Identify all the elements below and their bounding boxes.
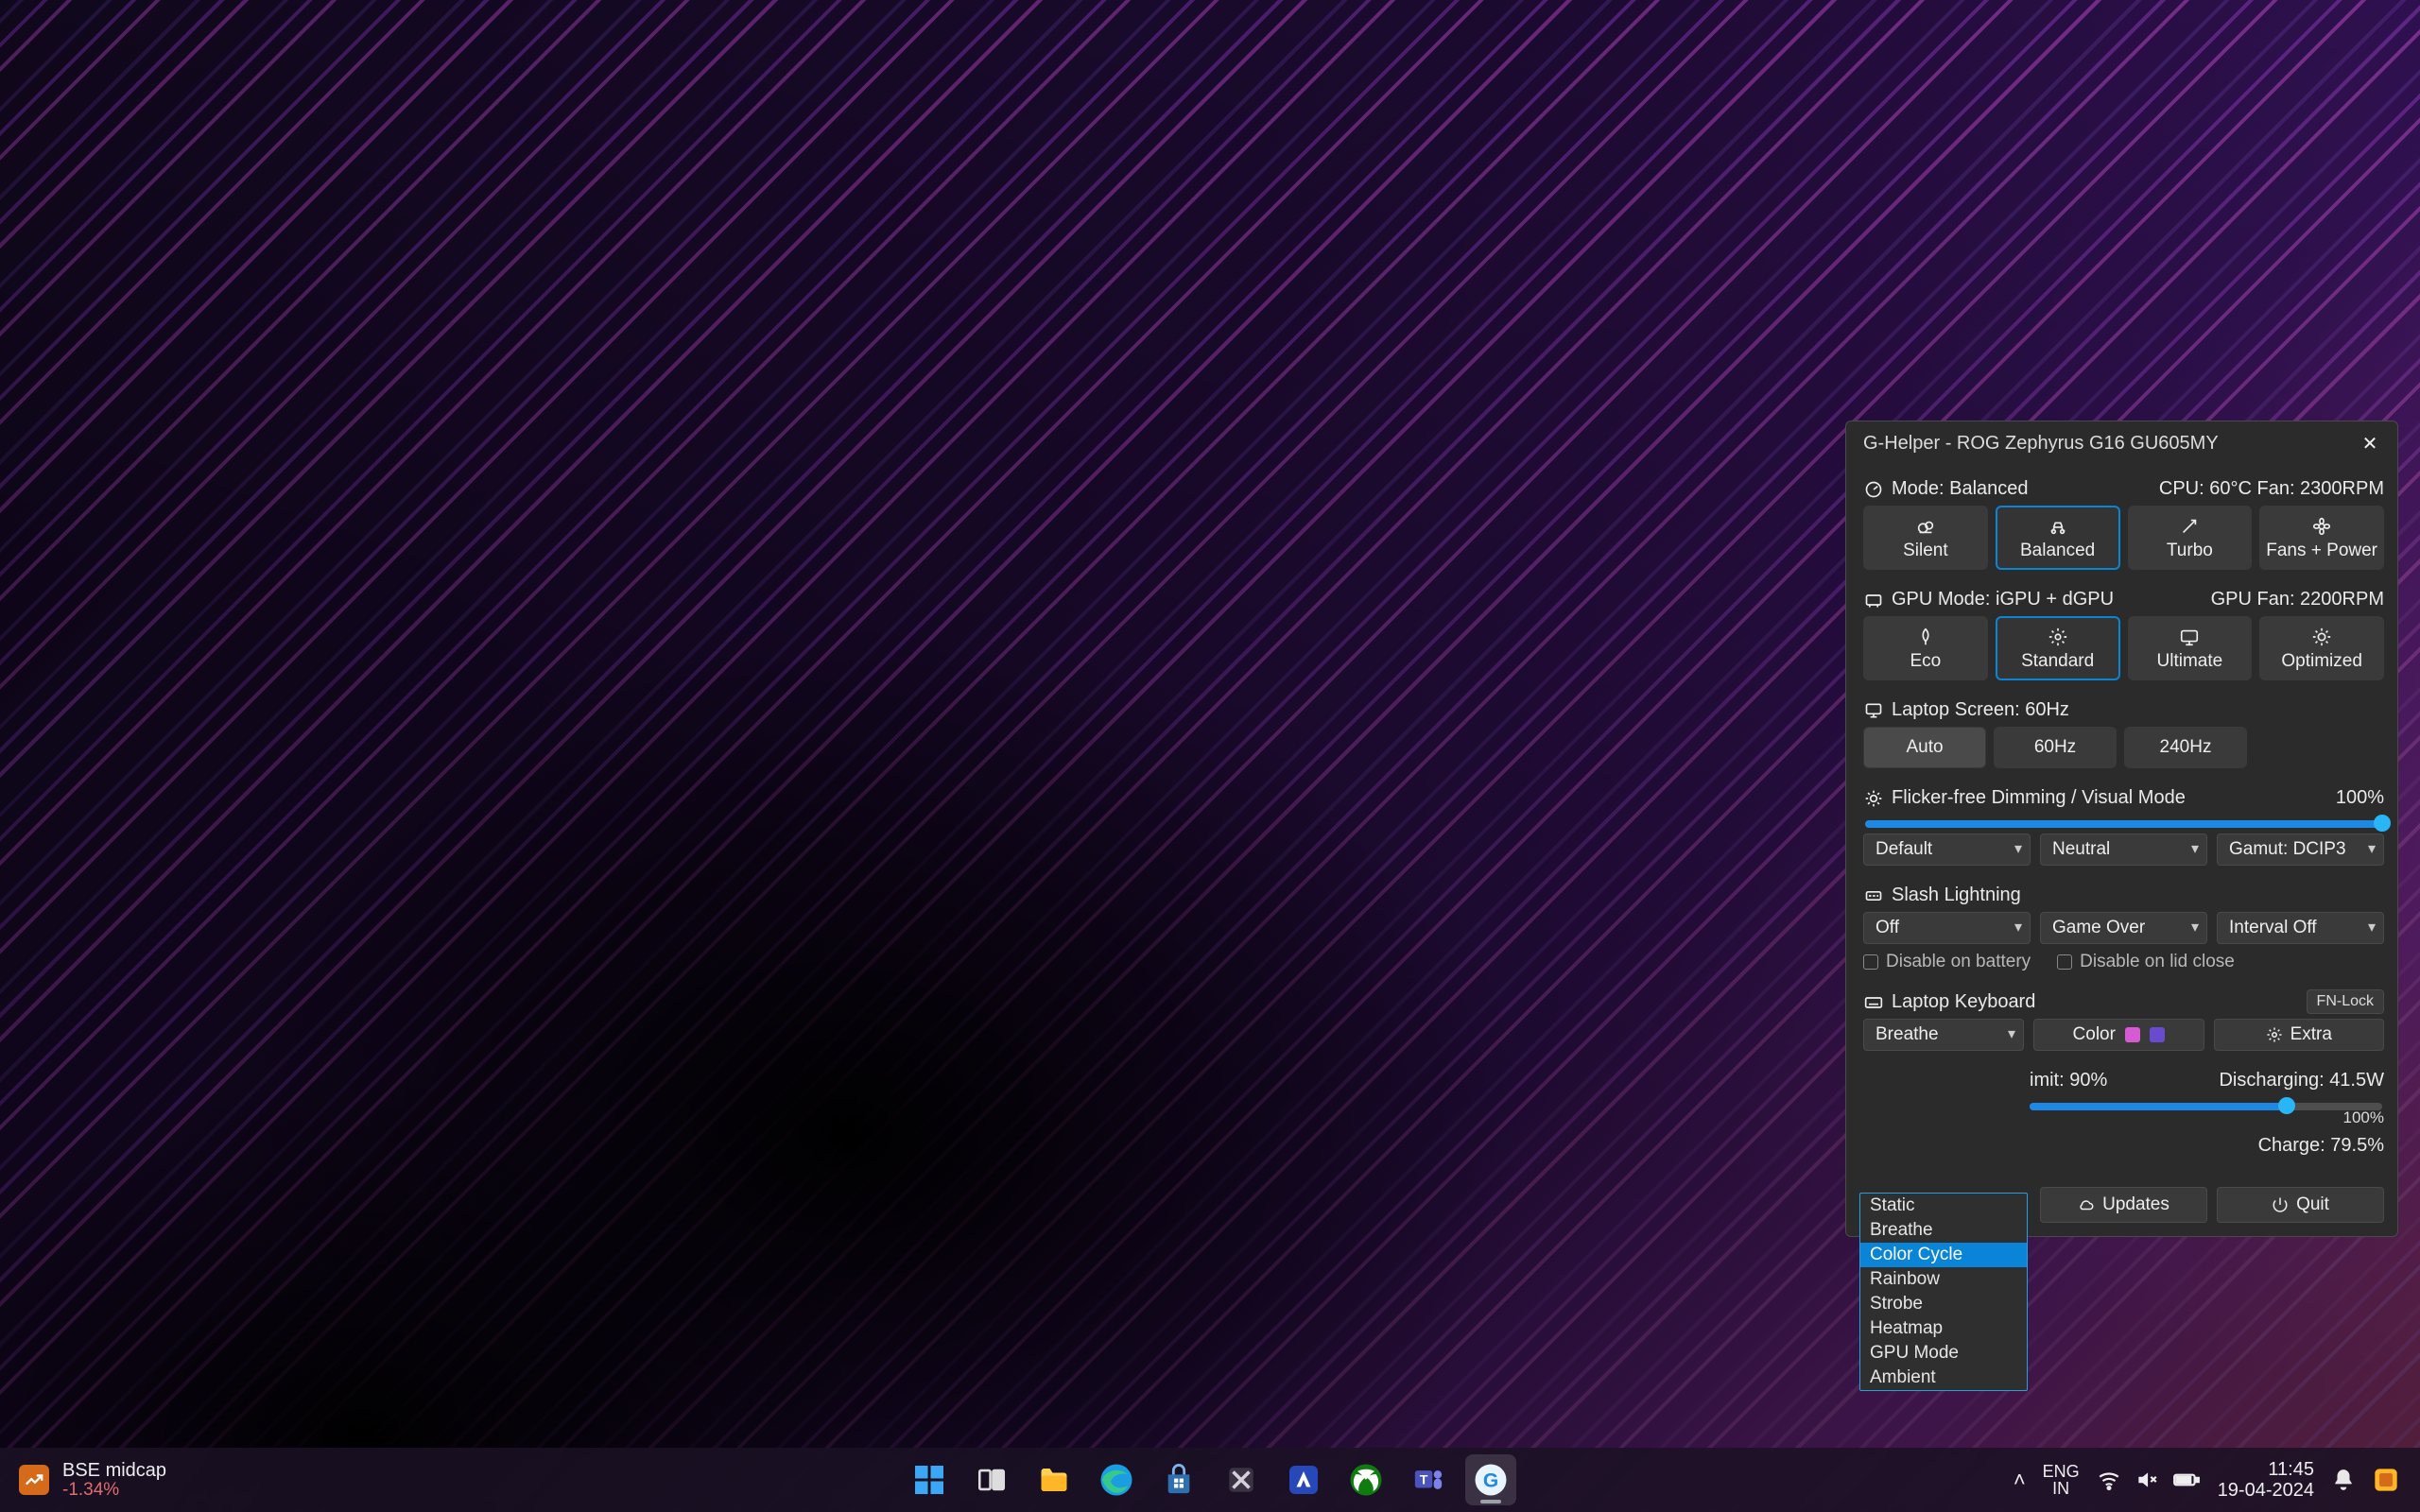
mode-label: Mode: Balanced [1892, 478, 2029, 500]
screen-option-60hz[interactable]: 60Hz [1994, 727, 2117, 768]
task-view[interactable] [966, 1454, 1017, 1505]
slash-label: Slash Lightning [1892, 885, 2021, 906]
dimming-select-2[interactable]: Gamut: DCIP3 [2217, 833, 2384, 866]
gpu-status: GPU Fan: 2200RPM [2211, 589, 2384, 610]
stock-icon [19, 1465, 49, 1495]
dimming-label: Flicker-free Dimming / Visual Mode [1892, 787, 2186, 809]
screen-label: Laptop Screen: 60Hz [1892, 699, 2069, 721]
gpu-grid-ultimate[interactable]: Ultimate [2128, 616, 2253, 680]
gpu-icon [1863, 590, 1884, 610]
keyboard-mode-dropdown[interactable]: StaticBreatheColor CycleRainbowStrobeHea… [1859, 1193, 2028, 1391]
notifications-icon[interactable] [2331, 1468, 2356, 1492]
start-button[interactable] [904, 1454, 955, 1505]
screenx-app[interactable] [1216, 1454, 1267, 1505]
mode-option-icon [1914, 516, 1937, 537]
keyboard-icon [1863, 992, 1884, 1013]
gpu-grid-standard[interactable]: Standard [1996, 616, 2120, 680]
wifi-icon[interactable] [2097, 1468, 2121, 1492]
gauge-icon [1863, 479, 1884, 500]
ms-store[interactable] [1153, 1454, 1204, 1505]
kb-option-breathe[interactable]: Breathe [1860, 1218, 2027, 1243]
teams-app[interactable]: T [1403, 1454, 1454, 1505]
slash-icon [1863, 885, 1884, 906]
xbox-app[interactable] [1340, 1454, 1392, 1505]
window-title: G-Helper - ROG Zephyrus G16 GU605MY [1863, 433, 2219, 455]
taskbar: BSE midcap -1.34% T [0, 1448, 2420, 1512]
ghelper-window: G-Helper - ROG Zephyrus G16 GU605MY ✕ Mo… [1845, 421, 2398, 1237]
svg-text:T: T [1420, 1472, 1428, 1487]
mode-option-icon [1915, 627, 1936, 647]
clock[interactable]: 11:45 19-04-2024 [2218, 1459, 2314, 1501]
tray-app-icon[interactable] [2373, 1467, 2399, 1493]
stock-change: -1.34% [62, 1481, 166, 1501]
gpu-grid-eco[interactable]: Eco [1863, 616, 1988, 680]
kb-option-strobe[interactable]: Strobe [1860, 1292, 2027, 1316]
gpu-label: GPU Mode: iGPU + dGPU [1892, 589, 2114, 610]
kb-option-gpu-mode[interactable]: GPU Mode [1860, 1341, 2027, 1366]
kb-option-heatmap[interactable]: Heatmap [1860, 1316, 2027, 1341]
svg-text:G: G [1483, 1470, 1498, 1492]
keyboard-extra-button[interactable]: Extra [2214, 1019, 2385, 1051]
titlebar[interactable]: G-Helper - ROG Zephyrus G16 GU605MY ✕ [1846, 421, 2397, 463]
mode-option-icon [2046, 516, 2070, 537]
mode-grid-silent[interactable]: Silent [1863, 506, 1988, 570]
brightness-icon [1863, 788, 1884, 809]
tray-chevron-icon[interactable]: ˄ [2014, 1469, 2026, 1490]
quit-button[interactable]: Quit [2217, 1187, 2384, 1223]
dimming-select-1[interactable]: Neutral [2040, 833, 2207, 866]
power-icon [2272, 1196, 2289, 1213]
disable-lid-checkbox[interactable]: Disable on lid close [2057, 952, 2235, 972]
dimming-slider[interactable] [1865, 820, 2382, 828]
ghelper-taskbar[interactable]: G [1465, 1454, 1516, 1505]
battery-slider[interactable] [2030, 1103, 2382, 1110]
slash-select-0[interactable]: Off [1863, 912, 2031, 944]
mode-grid-balanced[interactable]: Balanced [1996, 506, 2120, 570]
screen-option-240hz[interactable]: 240Hz [2124, 727, 2247, 768]
battery-limit-label: imit: 90% [2030, 1070, 2107, 1091]
dimming-select-0[interactable]: Default [1863, 833, 2031, 866]
color-swatch-2 [2150, 1027, 2165, 1042]
dimming-value: 100% [2336, 787, 2384, 809]
mode-grid-turbo[interactable]: Turbo [2128, 506, 2253, 570]
fnlock-button[interactable]: FN-Lock [2307, 989, 2384, 1014]
kb-option-color-cycle[interactable]: Color Cycle [1860, 1243, 2027, 1267]
mode-status: CPU: 60°C Fan: 2300RPM [2159, 478, 2384, 500]
gpu-grid-optimized[interactable]: Optimized [2259, 616, 2384, 680]
mode-option-icon [2179, 516, 2200, 537]
cloud-icon [2078, 1196, 2095, 1213]
battery-discharge: Discharging: 41.5W [2219, 1070, 2384, 1091]
kb-option-static[interactable]: Static [1860, 1194, 2027, 1218]
mode-option-icon [2048, 627, 2068, 647]
language-indicator[interactable]: ENG IN [2043, 1463, 2080, 1497]
file-explorer[interactable] [1028, 1454, 1080, 1505]
taskbar-widgets[interactable]: BSE midcap -1.34% [0, 1460, 166, 1501]
close-button[interactable]: ✕ [2356, 429, 2384, 457]
slash-select-1[interactable]: Game Over [2040, 912, 2207, 944]
edge-browser[interactable] [1091, 1454, 1142, 1505]
kb-option-ambient[interactable]: Ambient [1860, 1366, 2027, 1390]
keyboard-color-button[interactable]: Color [2033, 1019, 2204, 1051]
mode-option-icon [2178, 627, 2201, 647]
monitor-icon [1863, 700, 1884, 721]
battery-icon[interactable] [2172, 1468, 2201, 1492]
disable-battery-checkbox[interactable]: Disable on battery [1863, 952, 2031, 972]
mode-option-icon [2310, 516, 2333, 537]
battery-charge: Charge: 79.5% [2258, 1135, 2384, 1157]
gear-icon [2266, 1026, 2283, 1043]
battery-slider-max: 100% [1863, 1108, 2384, 1127]
screen-option-auto[interactable]: Auto [1863, 727, 1986, 768]
slash-select-2[interactable]: Interval Off [2217, 912, 2384, 944]
keyboard-label: Laptop Keyboard [1892, 991, 2035, 1013]
mode-grid-fans-power[interactable]: Fans + Power [2259, 506, 2384, 570]
updates-button[interactable]: Updates [2040, 1187, 2207, 1223]
kb-option-rainbow[interactable]: Rainbow [1860, 1267, 2027, 1292]
volume-mute-icon[interactable] [2135, 1468, 2159, 1492]
keyboard-mode-select[interactable]: Breathe [1863, 1019, 2024, 1051]
mode-option-icon [2311, 627, 2332, 647]
color-swatch-1 [2125, 1027, 2140, 1042]
armoury-crate[interactable] [1278, 1454, 1329, 1505]
stock-name: BSE midcap [62, 1460, 166, 1481]
